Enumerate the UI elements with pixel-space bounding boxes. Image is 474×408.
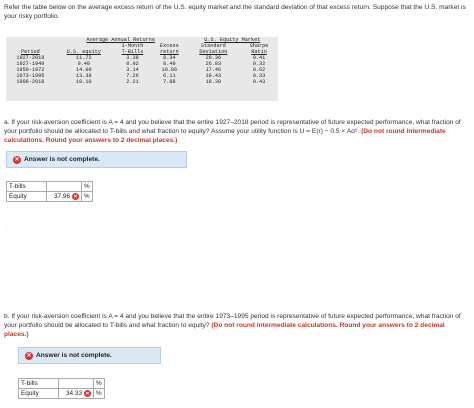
answer-label: Equity (6, 191, 47, 202)
answer-label: Equity (18, 388, 59, 399)
percent-unit: % (93, 378, 105, 389)
incorrect-icon: ✕ (84, 390, 91, 397)
question-b: b. If your risk-aversion coefficient is … (4, 312, 470, 339)
table-cell: 2.21 (126, 79, 139, 85)
equity-input-b[interactable]: 34.33 ✕ (58, 388, 94, 399)
answer-label: T-bills (6, 181, 47, 192)
returns-table: Average Annual Returns U.S. Equity Marke… (6, 37, 278, 101)
answer-status-banner-b: ✕ Answer is not complete. (18, 347, 161, 364)
answer-row-tbills-a: T-bills % (6, 181, 93, 192)
table-cell: 1996-2018 (16, 79, 45, 85)
table-cell: 7.88 (163, 79, 176, 85)
equity-value-b: 34.33 (66, 390, 82, 397)
answer-row-tbills-b: T-bills % (18, 378, 105, 389)
percent-unit: % (81, 191, 93, 202)
answer-row-equity-a: Equity 37.96 ✕ % (6, 191, 93, 202)
percent-unit: % (81, 181, 93, 192)
incorrect-icon: ✕ (72, 193, 79, 200)
intro-text: Refer the table below on the average exc… (4, 4, 466, 20)
answer-table-a: T-bills % Equity 37.96 ✕ % (6, 181, 93, 202)
table-cell: 10.10 (76, 79, 92, 85)
equity-value-a: 37.96 (54, 193, 70, 200)
answer-status-text-b: Answer is not complete. (36, 352, 112, 359)
table-row: 1996-2018 10.10 2.21 7.88 18.39 0.43 (6, 79, 278, 85)
answer-table-b: T-bills % Equity 34.33 ✕ % (18, 378, 105, 399)
tbills-input-a[interactable] (46, 181, 82, 192)
question-a: a. If your risk-aversion coefficient is … (4, 118, 470, 145)
error-icon: ✕ (25, 351, 33, 360)
tbills-input-b[interactable] (58, 378, 94, 389)
answer-status-text-a: Answer is not complete. (24, 156, 100, 163)
equity-input-a[interactable]: 37.96 ✕ (46, 191, 82, 202)
table-cell: 18.39 (205, 79, 222, 85)
answer-status-banner-a: ✕ Answer is not complete. (6, 151, 187, 168)
error-icon: ✕ (13, 155, 21, 164)
answer-label: T-bills (18, 378, 59, 389)
answer-row-equity-b: Equity 34.33 ✕ % (18, 388, 105, 399)
percent-unit: % (93, 388, 105, 399)
table-cell: 0.43 (252, 79, 266, 85)
cursor-marker-icon: ◌ (6, 226, 10, 232)
